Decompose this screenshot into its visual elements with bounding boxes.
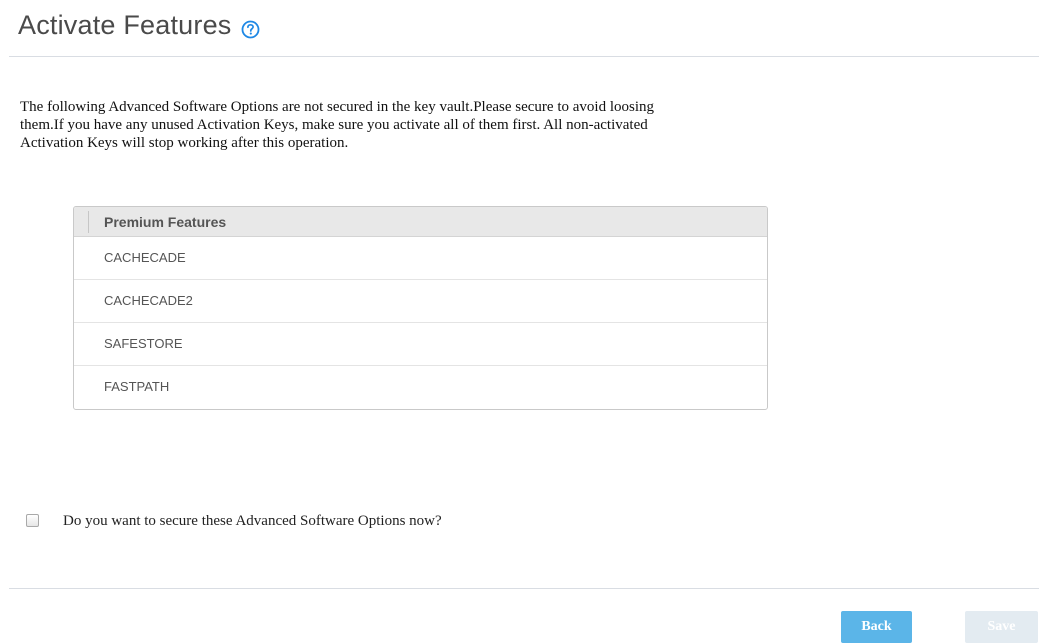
secure-options-checkbox[interactable] [26,514,39,527]
premium-features-table: Premium Features CACHECADE CACHECADE2 SA… [73,206,768,410]
intro-message: The following Advanced Software Options … [20,99,654,151]
table-row: SAFESTORE [74,323,767,366]
table-row: CACHECADE2 [74,280,767,323]
column-header-premium-features: Premium Features [104,214,227,230]
table-row: FASTPATH [104,379,170,394]
question-circle-icon [241,20,259,39]
secure-options-row: Do you want to secure these Advanced Sof… [26,512,463,530]
table-header: Premium Features [74,207,767,237]
column-separator [88,211,89,233]
back-button[interactable]: Back [841,611,912,643]
page-title: Activate Features [18,10,232,40]
footer-divider [9,588,1039,589]
help-icon[interactable] [241,20,260,39]
page-header: Activate Features [18,10,260,41]
header-divider [9,56,1039,57]
save-button[interactable]: Save [965,611,1038,643]
secure-options-label: Do you want to secure these Advanced Sof… [63,513,442,529]
table-row: CACHECADE [74,237,767,280]
